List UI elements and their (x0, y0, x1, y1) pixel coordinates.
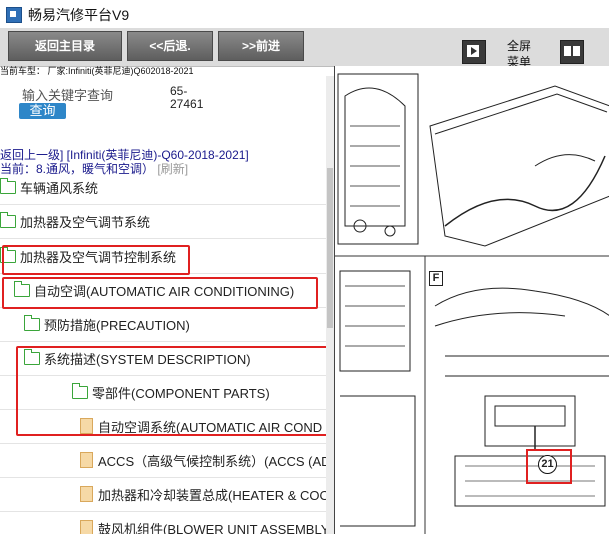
title-bar: 畅易汽修平台V9 (0, 0, 609, 29)
tree-item-automatic-ac[interactable]: 自动空调(AUTOMATIC AIR CONDITIONING) (14, 279, 294, 305)
breadcrumb: 返回上一级] [Infiniti(英菲尼迪)-Q60-2018-2021] 当前… (0, 146, 249, 176)
folder-icon (14, 281, 30, 297)
catalog-scroll-thumb[interactable] (327, 168, 333, 328)
folder-icon (72, 383, 88, 399)
tree-item-component-parts[interactable]: 零部件(COMPONENT PARTS) (72, 381, 270, 407)
refresh-link[interactable]: [刷新] (157, 162, 188, 176)
app-logo-icon (6, 7, 22, 23)
tree-item-system-description[interactable]: 系统描述(SYSTEM DESCRIPTION) (24, 347, 251, 373)
diagram-callout: 21 (538, 455, 557, 474)
tree-item-blower-unit-doc[interactable]: 鼓风机组件(BLOWER UNIT ASSEMBLY (80, 517, 329, 534)
code-display: 65- 27461 (170, 84, 204, 111)
folder-icon (24, 315, 40, 331)
catalog-panel: 输入关键字查询 查询 65- 27461 返回上一级] [Infiniti(英菲… (0, 76, 334, 534)
document-icon (80, 452, 93, 468)
tree-item-auto-ac-system-doc[interactable]: 自动空调系统(AUTOMATIC AIR COND (80, 415, 322, 441)
tree-item-accs-doc[interactable]: ACCS（高级气候控制系统）(ACCS (AD (80, 449, 331, 475)
back-button[interactable]: <<后退. (127, 31, 213, 61)
expand-right-button[interactable] (462, 40, 486, 64)
split-view-button[interactable] (560, 40, 584, 64)
tree-item-heater-ac-system[interactable]: 加热器及空气调节系统 (0, 210, 150, 236)
back-home-button[interactable]: 返回主目录 (8, 31, 122, 61)
window-title: 畅易汽修平台V9 (28, 7, 130, 23)
search-label: 输入关键字查询 (22, 88, 114, 103)
tree-item-precaution[interactable]: 预防措施(PRECAUTION) (24, 313, 190, 339)
document-icon (80, 418, 93, 434)
folder-icon (0, 178, 16, 194)
folder-icon (0, 212, 16, 228)
tree-item-vehicle-ventilation[interactable]: 车辆通风系统 (0, 176, 98, 202)
document-icon (80, 486, 93, 502)
breadcrumb-current: 当前：8.通风，暖气和空调） (0, 162, 155, 176)
split-view-icon (564, 46, 580, 56)
tree-item-heater-cooling-unit-doc[interactable]: 加热器和冷却装置总成(HEATER & COO (80, 483, 330, 509)
folder-icon (24, 349, 40, 365)
document-icon (80, 520, 93, 534)
search-button[interactable]: 查询 (19, 103, 66, 119)
diagram-section-label: F (429, 271, 443, 286)
tree-item-heater-ac-control[interactable]: 加热器及空气调节控制系统 (0, 245, 176, 271)
forward-button[interactable]: >>前进 (218, 31, 304, 61)
expand-right-icon (467, 45, 479, 57)
folder-icon (0, 247, 16, 263)
